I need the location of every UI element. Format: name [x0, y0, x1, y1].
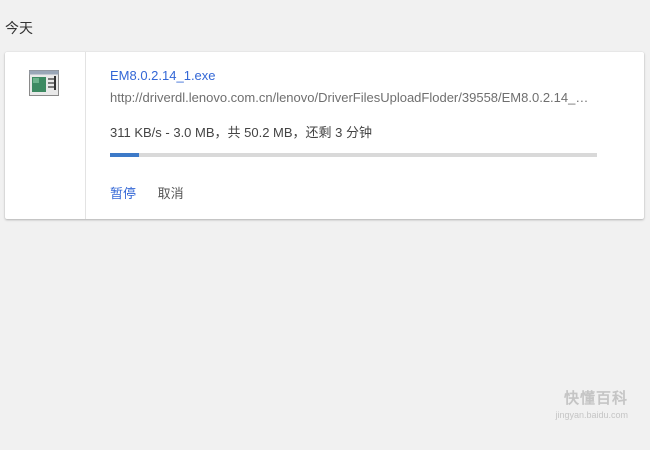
downloads-page: 今天 EM8.0.2.14_1.exe http://driverdl.leno… — [0, 0, 650, 450]
pause-button[interactable]: 暂停 — [110, 183, 136, 202]
watermark-site-text: jingyan.baidu.com — [555, 410, 628, 420]
file-name-link[interactable]: EM8.0.2.14_1.exe — [110, 68, 216, 83]
download-progress-fill — [110, 153, 140, 157]
watermark: 快懂百科 jingyan.baidu.com — [555, 387, 628, 420]
date-group-header: 今天 — [5, 20, 33, 36]
download-item-card: EM8.0.2.14_1.exe http://driverdl.lenovo.… — [5, 52, 644, 219]
exe-file-icon — [29, 70, 59, 96]
download-actions: 暂停 取消 — [110, 183, 202, 202]
cancel-button[interactable]: 取消 — [158, 183, 184, 202]
download-progress-bar — [110, 153, 597, 157]
download-status-text: 311 KB/s - 3.0 MB，共 50.2 MB，还剩 3 分钟 — [110, 125, 373, 140]
download-icon-column — [5, 52, 86, 219]
file-source-url: http://driverdl.lenovo.com.cn/lenovo/Dri… — [110, 90, 589, 105]
watermark-logo-text: 快懂百科 — [563, 390, 628, 407]
